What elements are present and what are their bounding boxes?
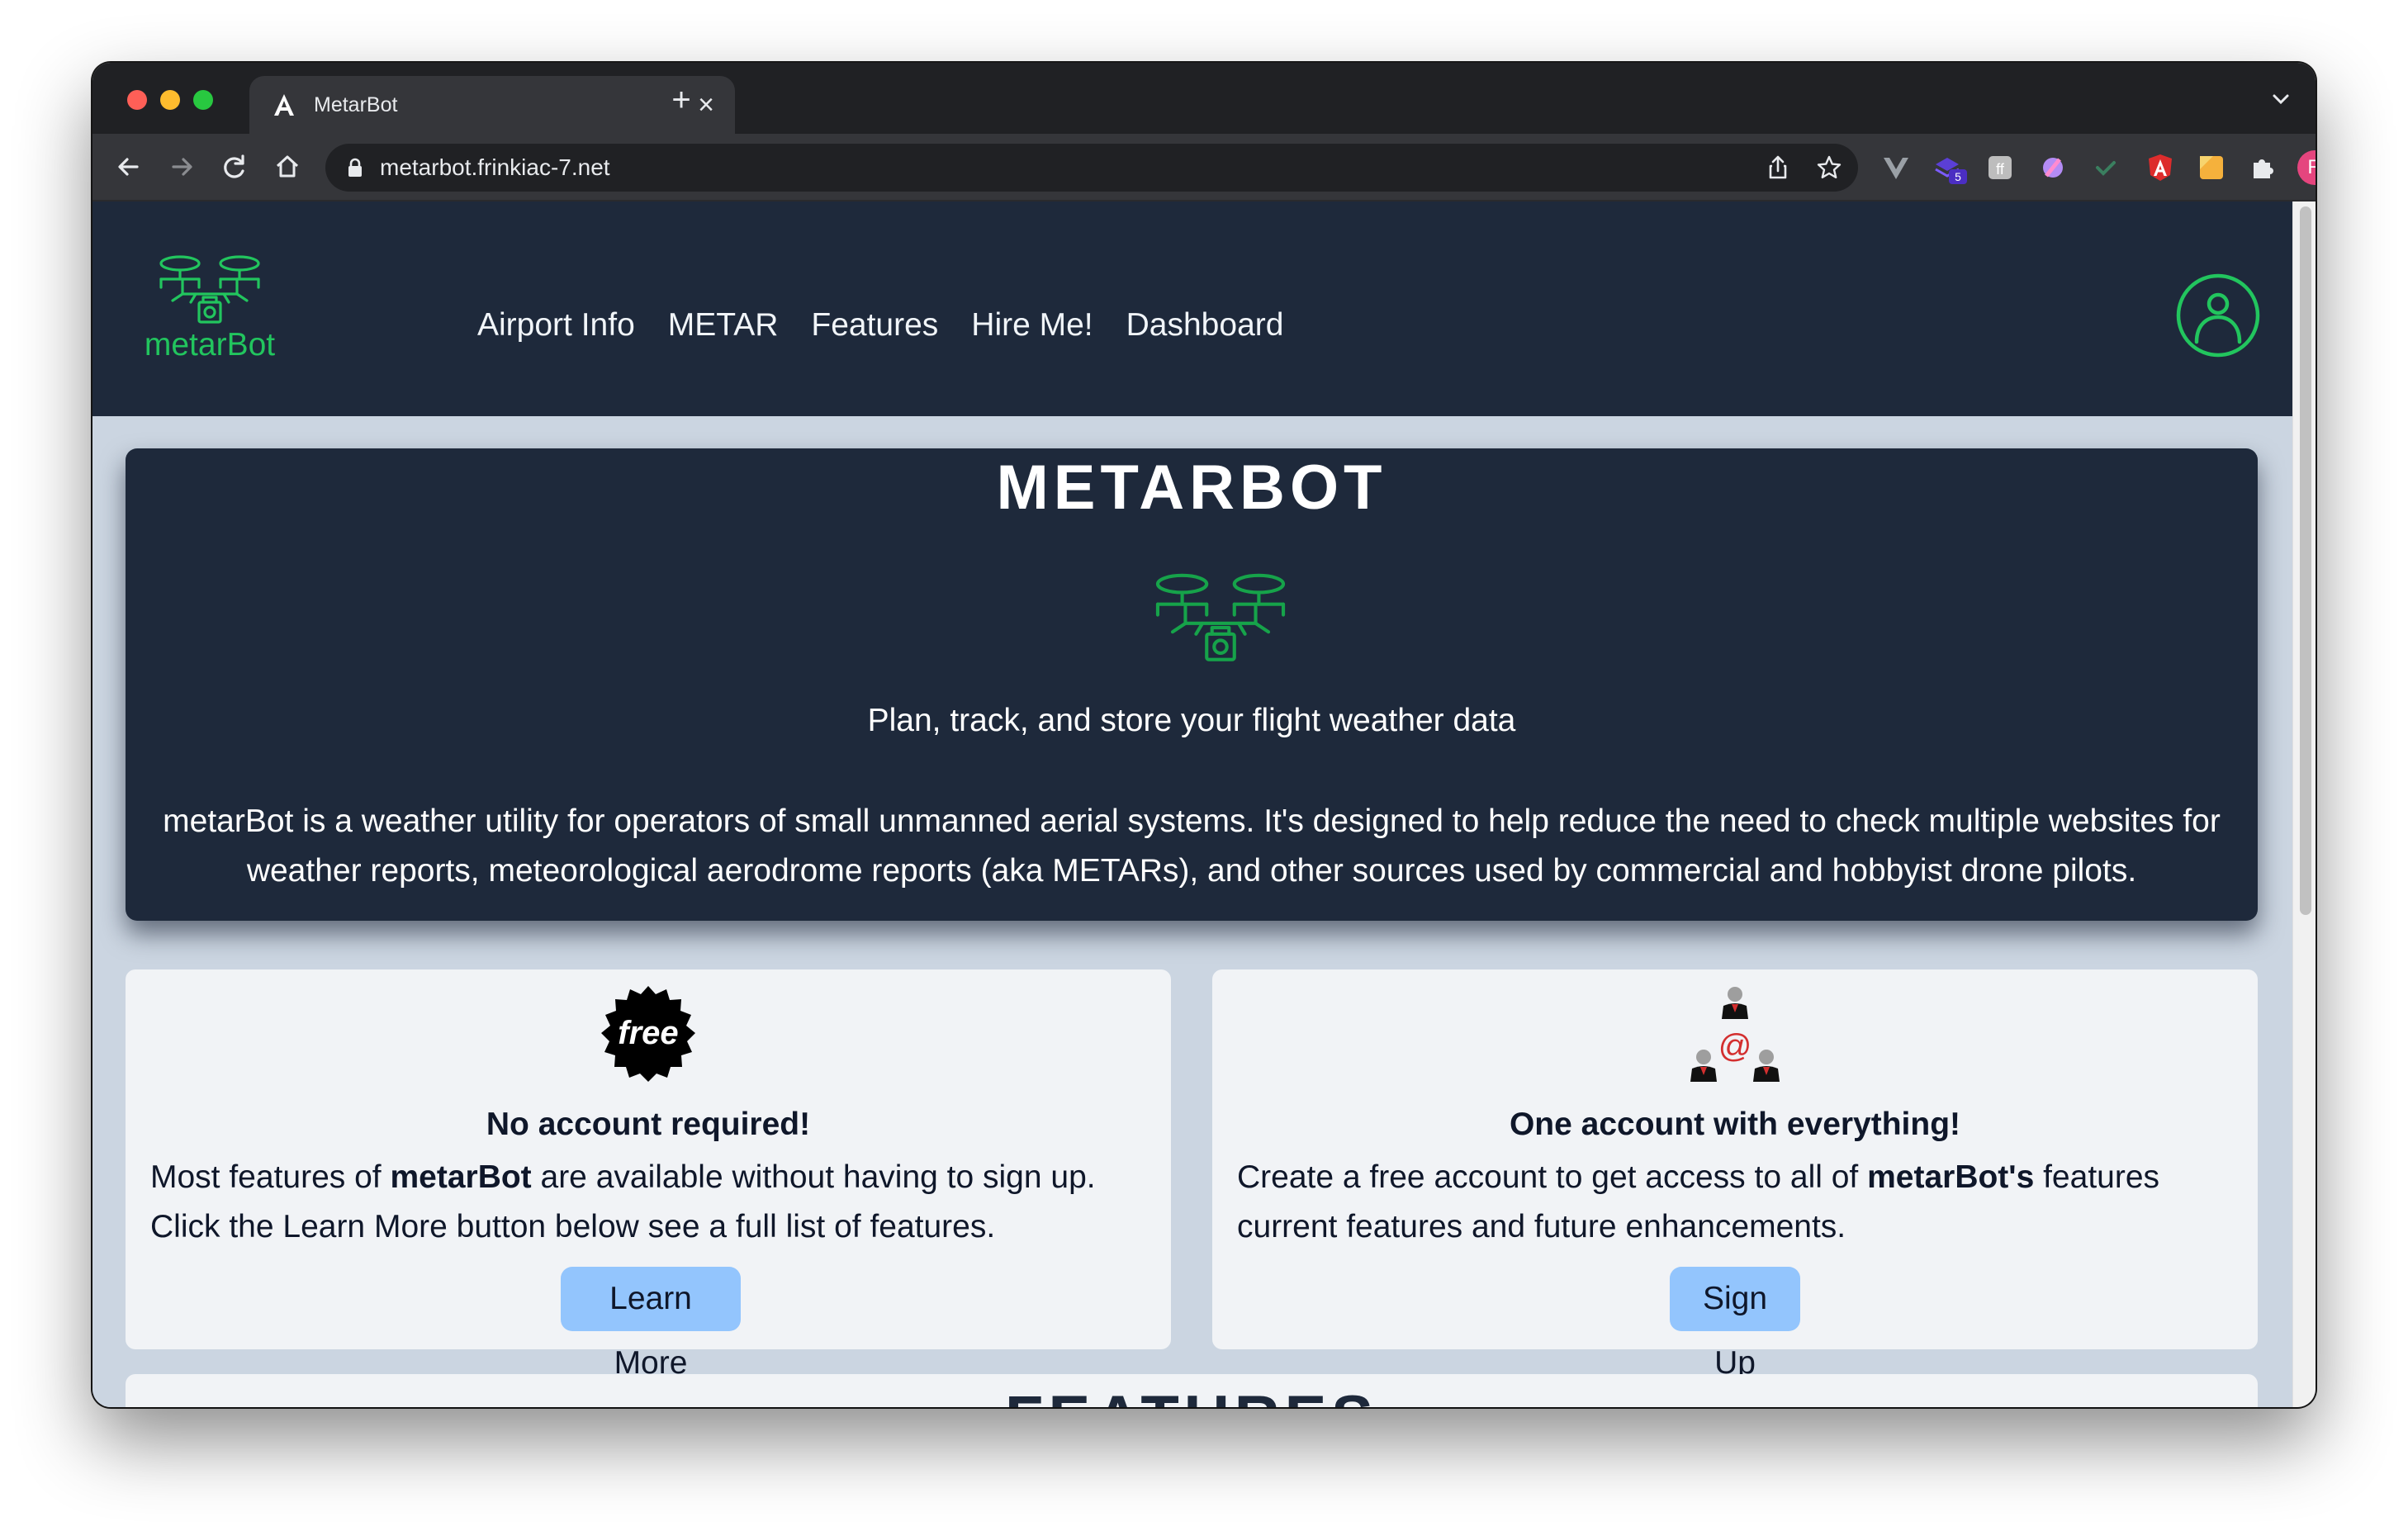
account-card-heading: One account with everything! bbox=[1509, 1107, 1961, 1142]
nav-airport-info[interactable]: Airport Info bbox=[477, 306, 635, 344]
learn-more-button[interactable]: Learn More bbox=[561, 1267, 741, 1381]
user-circle-icon[interactable] bbox=[2175, 273, 2261, 358]
brand-link[interactable]: metarBot bbox=[139, 254, 281, 363]
angular-favicon-icon bbox=[274, 94, 294, 116]
account-card: @ One account with everything! Create a … bbox=[1212, 969, 2258, 1381]
free-card-text: are available without having to sign up. bbox=[531, 1159, 1096, 1195]
extension-badge: 5 bbox=[1955, 170, 1961, 183]
free-badge-text: free bbox=[618, 1015, 678, 1051]
features-section: FEATURES bbox=[126, 1374, 2258, 1407]
tab-strip: MetarBot × + bbox=[92, 63, 2316, 134]
bookmark-star-icon[interactable] bbox=[1815, 154, 1843, 182]
free-card-body: Most features of metarBot are available … bbox=[150, 1153, 1149, 1252]
reader-extension-letter: ff bbox=[1996, 161, 2005, 178]
extensions-puzzle-icon[interactable] bbox=[2246, 151, 2279, 184]
tab-title: MetarBot bbox=[314, 93, 398, 116]
back-arrow-icon[interactable] bbox=[111, 149, 147, 185]
account-card-text: features bbox=[2034, 1159, 2160, 1195]
person-figure bbox=[1722, 987, 1748, 1019]
reader-extension-icon[interactable]: ff bbox=[1984, 151, 2017, 184]
hero-panel: METARBOT Plan, track, and store your fli… bbox=[126, 448, 2258, 921]
scrollbar-thumb[interactable] bbox=[2300, 206, 2311, 915]
brand-emphasis: metarBot's bbox=[1867, 1159, 2035, 1195]
features-title: FEATURES bbox=[126, 1379, 2258, 1407]
close-window-button[interactable] bbox=[127, 90, 147, 110]
nav-dashboard[interactable]: Dashboard bbox=[1126, 306, 1284, 344]
share-icon[interactable] bbox=[1764, 154, 1792, 182]
drone-icon bbox=[1155, 573, 1286, 661]
free-badge-icon: free bbox=[601, 986, 695, 1082]
at-symbol: @ bbox=[1718, 1028, 1752, 1064]
page-viewport: metarBot Airport Info METAR Features Hir… bbox=[92, 201, 2292, 1407]
vue-devtools-extension-icon[interactable] bbox=[2089, 151, 2122, 184]
person-figure bbox=[1753, 1050, 1780, 1082]
home-icon[interactable] bbox=[269, 149, 306, 185]
sign-up-button[interactable]: Sign Up bbox=[1670, 1267, 1800, 1381]
people-network-icon: @ bbox=[1690, 987, 1780, 1082]
free-card: free No account required! Most features … bbox=[126, 969, 1171, 1381]
tab-search-chevron-icon[interactable] bbox=[2266, 84, 2296, 114]
angular-devtools-extension-icon[interactable] bbox=[2144, 151, 2177, 184]
person-figure bbox=[1690, 1050, 1717, 1082]
hero-title: METARBOT bbox=[996, 453, 1387, 523]
url-text[interactable]: metarbot.frinkiac-7.net bbox=[380, 154, 610, 181]
address-bar[interactable]: metarbot.frinkiac-7.net bbox=[325, 144, 1858, 192]
site-header: metarBot Airport Info METAR Features Hir… bbox=[92, 201, 2292, 416]
color-picker-extension-icon[interactable] bbox=[2036, 151, 2069, 184]
nav-metar[interactable]: METAR bbox=[668, 306, 779, 344]
profile-avatar[interactable]: R bbox=[2297, 150, 2316, 185]
free-card-text: Click the Learn More button below see a … bbox=[150, 1209, 996, 1244]
hero-description: metarBot is a weather utility for operat… bbox=[163, 803, 2221, 889]
browser-window: MetarBot × + metarbot.frinkiac-7.net 5 f… bbox=[92, 63, 2316, 1407]
free-card-heading: No account required! bbox=[486, 1107, 811, 1142]
stack-extension-icon[interactable]: 5 bbox=[1931, 151, 1970, 184]
free-card-text: Most features of bbox=[150, 1159, 391, 1195]
lock-icon bbox=[348, 158, 362, 177]
maximize-window-button[interactable] bbox=[193, 90, 213, 110]
account-card-body: Create a free account to get access to a… bbox=[1237, 1153, 2236, 1252]
browser-toolbar: metarbot.frinkiac-7.net 5 ff R bbox=[92, 134, 2316, 201]
nav-hire-me[interactable]: Hire Me! bbox=[971, 306, 1093, 344]
reload-icon[interactable] bbox=[216, 149, 253, 185]
nav-features[interactable]: Features bbox=[811, 306, 938, 344]
new-tab-button[interactable]: + bbox=[662, 82, 700, 120]
brand-name: metarBot bbox=[144, 327, 276, 363]
account-card-text: current features and future enhancements… bbox=[1237, 1209, 1846, 1244]
vuetify-extension-icon[interactable] bbox=[1879, 151, 1913, 184]
forward-arrow-icon[interactable] bbox=[164, 149, 200, 185]
brand-emphasis: metarBot bbox=[390, 1159, 532, 1195]
main-nav: Airport Info METAR Features Hire Me! Das… bbox=[477, 306, 1283, 344]
account-card-text: Create a free account to get access to a… bbox=[1237, 1159, 1868, 1195]
page-scrollbar[interactable] bbox=[2292, 201, 2316, 1407]
sticky-notes-extension-icon[interactable] bbox=[2195, 151, 2228, 184]
hero-tagline: Plan, track, and store your flight weath… bbox=[867, 703, 1516, 738]
drone-icon bbox=[159, 255, 260, 324]
minimize-window-button[interactable] bbox=[160, 90, 180, 110]
